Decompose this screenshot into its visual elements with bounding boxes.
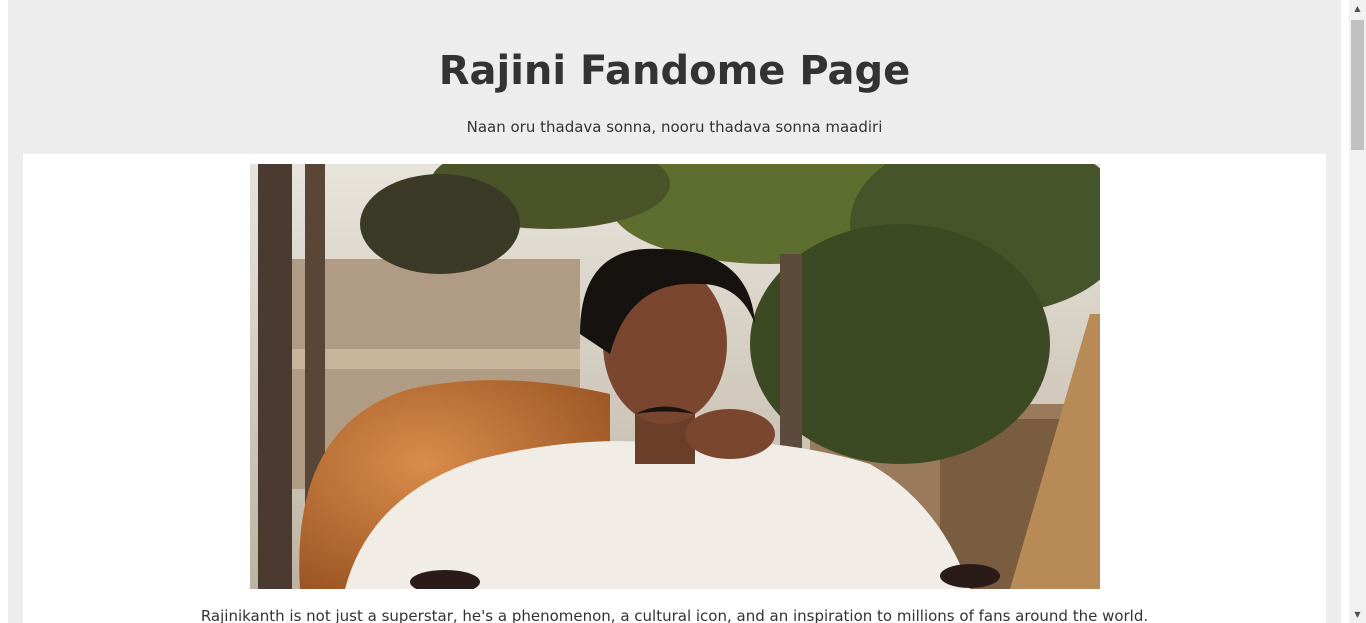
page-tagline: Naan oru thadava sonna, nooru thadava so…: [466, 118, 883, 136]
scrollbar-thumb[interactable]: [1351, 20, 1364, 150]
hero-image-illustration: [250, 164, 1100, 589]
scroll-up-arrow-icon[interactable]: ▲: [1349, 0, 1366, 17]
scroll-down-arrow-icon[interactable]: ▼: [1349, 606, 1366, 623]
page-title: Rajini Fandome Page: [438, 48, 911, 94]
vertical-scrollbar[interactable]: ▲ ▼: [1349, 0, 1366, 623]
page-container: Rajini Fandome Page Naan oru thadava son…: [8, 0, 1341, 623]
hero-image: [250, 164, 1100, 589]
image-card: Rajinikanth is not just a superstar, he'…: [23, 154, 1326, 623]
hero-caption: Rajinikanth is not just a superstar, he'…: [200, 607, 1149, 623]
